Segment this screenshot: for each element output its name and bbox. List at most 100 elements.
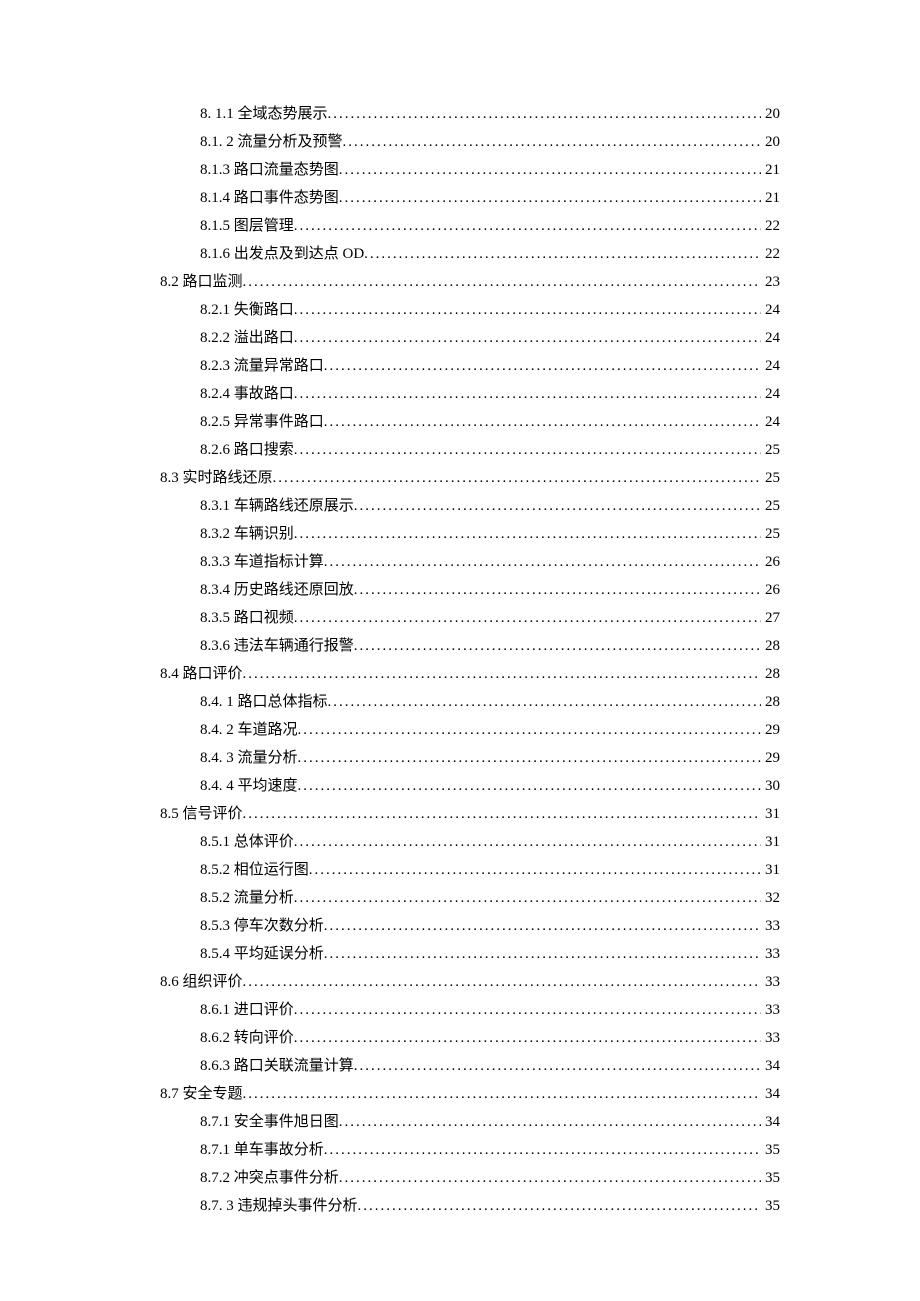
- toc-leader-dots: [294, 996, 761, 1024]
- toc-entry-page: 28: [761, 688, 780, 716]
- toc-entry[interactable]: 8.6.1 进口评价33: [160, 996, 780, 1024]
- toc-entry-page: 23: [761, 268, 780, 296]
- toc-entry-label: 8.3.5 路口视频: [200, 604, 294, 632]
- toc-entry-label: 8.5.2 流量分析: [200, 884, 294, 912]
- toc-entry[interactable]: 8.5.3 停车次数分析33: [160, 912, 780, 940]
- toc-leader-dots: [324, 912, 761, 940]
- toc-entry[interactable]: 8.6.2 转向评价33: [160, 1024, 780, 1052]
- toc-leader-dots: [339, 1164, 761, 1192]
- toc-entry[interactable]: 8.2.1 失衡路口 24: [160, 296, 780, 324]
- toc-entry-page: 21: [761, 184, 780, 212]
- toc-entry[interactable]: 8.1.6 出发点及到达点 OD22: [160, 240, 780, 268]
- toc-entry-page: 21: [761, 156, 780, 184]
- toc-entry-label: 8.4. 4 平均速度: [200, 772, 298, 800]
- toc-page: 8. 1.1 全域态势展示 208.1. 2 流量分析及预警 208.1.3 路…: [0, 0, 920, 1301]
- toc-entry[interactable]: 8.3.6 违法车辆通行报警28: [160, 632, 780, 660]
- toc-entry-label: 8.2.5 异常事件路口: [200, 408, 324, 436]
- toc-entry[interactable]: 8.7 安全专题34: [160, 1080, 780, 1108]
- toc-entry[interactable]: 8.5.4 平均延误分析33: [160, 940, 780, 968]
- toc-leader-dots: [339, 156, 761, 184]
- toc-entry-label: 8.4. 2 车道路况: [200, 716, 298, 744]
- toc-leader-dots: [343, 128, 761, 156]
- toc-leader-dots: [243, 660, 761, 688]
- toc-entry[interactable]: 8.2.5 异常事件路口 24: [160, 408, 780, 436]
- toc-entry[interactable]: 8.4. 3 流量分析 29: [160, 744, 780, 772]
- toc-leader-dots: [354, 1052, 761, 1080]
- toc-entry[interactable]: 8.3.3 车道指标计算26: [160, 548, 780, 576]
- toc-entry[interactable]: 8.3.5 路口视频 27: [160, 604, 780, 632]
- toc-entry[interactable]: 8.1.3 路口流量态势图21: [160, 156, 780, 184]
- toc-entry-page: 27: [761, 604, 780, 632]
- toc-entry[interactable]: 8.4 路口评价28: [160, 660, 780, 688]
- toc-entry-label: 8.7.2 冲突点事件分析: [200, 1164, 339, 1192]
- toc-entry[interactable]: 8.2.6 路口搜索25: [160, 436, 780, 464]
- toc-entry-page: 24: [761, 296, 780, 324]
- toc-entry-page: 34: [761, 1080, 780, 1108]
- toc-entry-page: 29: [761, 716, 780, 744]
- toc-entry-label: 8.5.1 总体评价: [200, 828, 294, 856]
- toc-entry[interactable]: 8.3.1 车辆路线还原展示25: [160, 492, 780, 520]
- toc-leader-dots: [273, 464, 761, 492]
- toc-entry[interactable]: 8.1.4 路口事件态势图21: [160, 184, 780, 212]
- toc-entry[interactable]: 8.3.4 历史路线还原回放26: [160, 576, 780, 604]
- toc-entry-page: 20: [761, 100, 780, 128]
- toc-entry-label: 8.4. 1 路口总体指标: [200, 688, 328, 716]
- toc-entry[interactable]: 8.7.1 安全事件旭日图34: [160, 1108, 780, 1136]
- toc-entry-label: 8.2.1 失衡路口: [200, 296, 294, 324]
- toc-leader-dots: [294, 604, 761, 632]
- toc-entry-label: 8.5 信号评价: [160, 800, 243, 828]
- toc-entry-label: 8.7. 3 违规掉头事件分析: [200, 1192, 358, 1220]
- toc-leader-dots: [294, 296, 761, 324]
- toc-entry[interactable]: 8.4. 1 路口总体指标 28: [160, 688, 780, 716]
- toc-entry[interactable]: 8.3 实时路线还原25: [160, 464, 780, 492]
- toc-entry[interactable]: 8.7.2 冲突点事件分析35: [160, 1164, 780, 1192]
- toc-entry[interactable]: 8.6.3 路口关联流量计算34: [160, 1052, 780, 1080]
- toc-leader-dots: [324, 352, 761, 380]
- toc-entry[interactable]: 8.2.2 溢出路口24: [160, 324, 780, 352]
- toc-entry[interactable]: 8.6 组织评价33: [160, 968, 780, 996]
- toc-entry[interactable]: 8.5.2 相位运行图31: [160, 856, 780, 884]
- toc-entry-page: 34: [761, 1108, 780, 1136]
- toc-entry-page: 24: [761, 408, 780, 436]
- toc-leader-dots: [339, 1108, 761, 1136]
- toc-entry-page: 33: [761, 1024, 780, 1052]
- toc-leader-dots: [294, 884, 761, 912]
- toc-leader-dots: [294, 324, 761, 352]
- toc-entry[interactable]: 8.5.1 总体评价31: [160, 828, 780, 856]
- toc-leader-dots: [324, 408, 761, 436]
- toc-leader-dots: [294, 212, 761, 240]
- toc-entry[interactable]: 8.5 信号评价 31: [160, 800, 780, 828]
- toc-entry-label: 8.2.3 流量异常路口: [200, 352, 324, 380]
- toc-entry[interactable]: 8.2.4 事故路口24: [160, 380, 780, 408]
- toc-entry-label: 8.5.2 相位运行图: [200, 856, 309, 884]
- toc-entry-label: 8.2.2 溢出路口: [200, 324, 294, 352]
- toc-entry[interactable]: 8.1.5 图层管理22: [160, 212, 780, 240]
- toc-leader-dots: [243, 800, 761, 828]
- toc-entry-label: 8.1. 2 流量分析及预警: [200, 128, 343, 156]
- toc-entry[interactable]: 8.5.2 流量分析32: [160, 884, 780, 912]
- toc-entry[interactable]: 8.4. 4 平均速度 30: [160, 772, 780, 800]
- toc-entry[interactable]: 8.7. 3 违规掉头事件分析 35: [160, 1192, 780, 1220]
- toc-leader-dots: [243, 968, 761, 996]
- toc-entry[interactable]: 8.3.2 车辆识别25: [160, 520, 780, 548]
- toc-entry-page: 29: [761, 744, 780, 772]
- toc-entry[interactable]: 8.2 路口监测 23: [160, 268, 780, 296]
- toc-entry-page: 26: [761, 576, 780, 604]
- toc-entry[interactable]: 8.1. 2 流量分析及预警 20: [160, 128, 780, 156]
- toc-entry[interactable]: 8.4. 2 车道路况 29: [160, 716, 780, 744]
- toc-entry[interactable]: 8. 1.1 全域态势展示 20: [160, 100, 780, 128]
- toc-entry-page: 33: [761, 940, 780, 968]
- toc-entry-label: 8.6.1 进口评价: [200, 996, 294, 1024]
- toc-leader-dots: [354, 632, 761, 660]
- toc-leader-dots: [324, 940, 761, 968]
- toc-entry-page: 31: [761, 800, 780, 828]
- toc-entry-label: 8.6.3 路口关联流量计算: [200, 1052, 354, 1080]
- toc-entry-page: 30: [761, 772, 780, 800]
- toc-leader-dots: [324, 548, 761, 576]
- toc-entry-page: 22: [761, 212, 780, 240]
- toc-entry-page: 25: [761, 436, 780, 464]
- toc-entry-label: 8.2 路口监测: [160, 268, 243, 296]
- toc-leader-dots: [298, 716, 761, 744]
- toc-entry[interactable]: 8.2.3 流量异常路口24: [160, 352, 780, 380]
- toc-entry[interactable]: 8.7.1 单车事故分析35: [160, 1136, 780, 1164]
